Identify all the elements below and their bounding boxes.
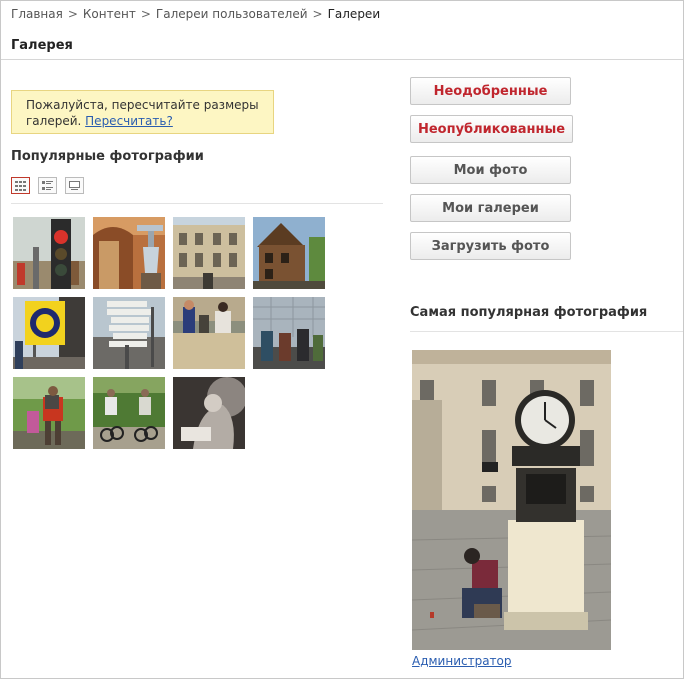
unpublished-button[interactable]: Неопубликованные [410, 115, 573, 143]
breadcrumb-item-home[interactable]: Главная [11, 7, 63, 21]
traffic-light-photo[interactable] [13, 217, 85, 289]
recalculate-notice: Пожалуйста, пересчитайте размеры галерей… [11, 90, 274, 134]
section-divider [410, 331, 683, 332]
upload-photo-button[interactable]: Загрузить фото [410, 232, 571, 260]
my-galleries-button[interactable]: Мои галереи [410, 194, 571, 222]
breadcrumb-item-user-galleries[interactable]: Галереи пользователей [156, 7, 308, 21]
section-divider [11, 203, 383, 204]
author-link[interactable]: Администратор [412, 654, 512, 668]
list-view-button[interactable] [65, 177, 84, 194]
title-divider [1, 59, 683, 60]
breadcrumb-item-content[interactable]: Контент [83, 7, 136, 21]
tourists-photo[interactable] [253, 297, 325, 369]
people-on-wall-photo[interactable] [173, 297, 245, 369]
lantern-photo[interactable] [93, 217, 165, 289]
my-photos-button[interactable]: Мои фото [410, 156, 571, 184]
sepia-photo[interactable] [173, 377, 245, 449]
most-popular-photo-title: Самая популярная фотография [410, 305, 648, 320]
page-title: Галерея [11, 38, 73, 53]
popular-photos-grid [13, 217, 325, 449]
popular-photos-title: Популярные фотографии [11, 149, 204, 164]
grid-large-view-button[interactable] [11, 177, 30, 194]
sign-photo[interactable] [13, 297, 85, 369]
list-icon [69, 181, 80, 190]
building-photo[interactable] [173, 217, 245, 289]
breadcrumb-separator: > [67, 7, 78, 21]
hiker-photo[interactable] [13, 377, 85, 449]
cyclists-photo[interactable] [93, 377, 165, 449]
grid-small-icon [42, 180, 53, 190]
unapproved-button[interactable]: Неодобренные [410, 77, 571, 105]
wooden-house-photo[interactable] [253, 217, 325, 289]
breadcrumb-current: Галереи [327, 7, 381, 21]
most-popular-photo[interactable] [411, 350, 612, 650]
grid-small-view-button[interactable] [38, 177, 57, 194]
grid-large-icon [15, 180, 26, 191]
breadcrumb: Главная > Контент > Галереи пользователей > Га… [11, 7, 380, 21]
breadcrumb-separator: > [140, 7, 151, 21]
view-mode-toggles [11, 177, 84, 194]
gallery-page: Главная > Контент > Галереи пользователей > Га… [0, 0, 684, 679]
recalculate-link[interactable]: Пересчитать? [85, 114, 173, 128]
signpost-photo[interactable] [93, 297, 165, 369]
breadcrumb-separator: > [312, 7, 323, 21]
